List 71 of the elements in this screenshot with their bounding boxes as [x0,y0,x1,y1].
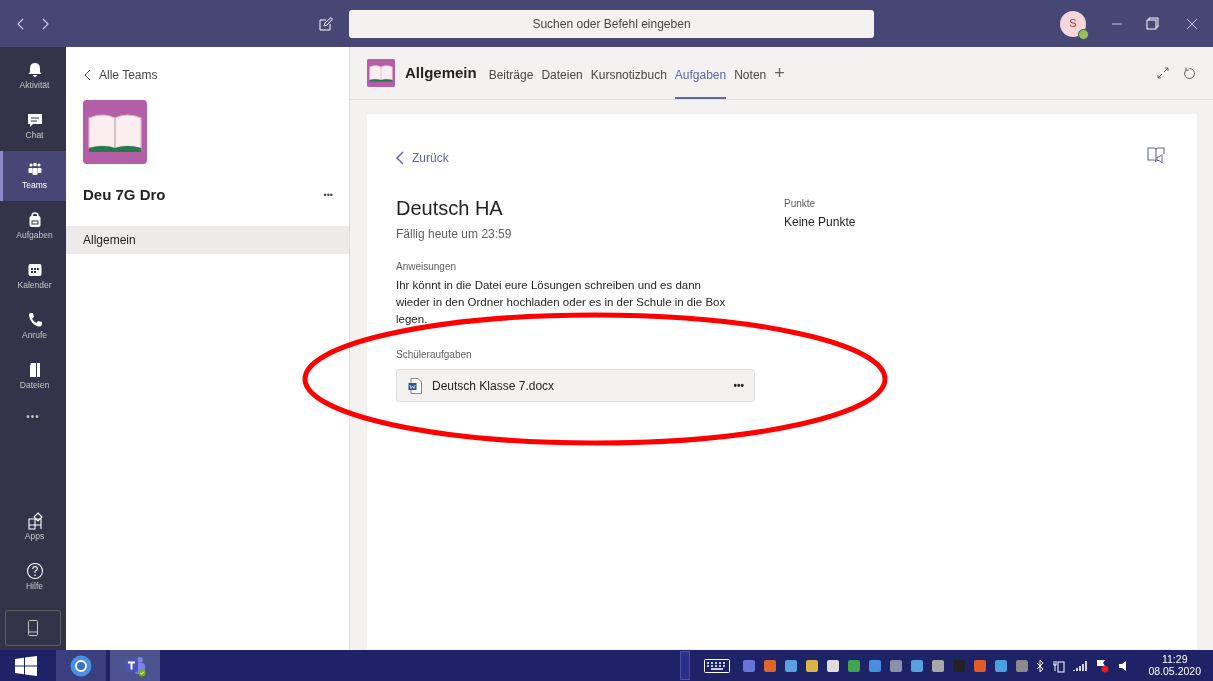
tray-app-icon[interactable] [784,658,799,673]
more-button[interactable]: ••• [26,409,40,424]
expand-icon[interactable] [1157,67,1169,79]
rail-item[interactable]: Aufgaben [0,201,66,251]
rail-item[interactable]: Apps [0,502,66,552]
tab[interactable]: Beiträge [488,52,534,99]
clock-time: 11:29 [1161,653,1188,666]
instructions-text: Ihr könnt in die Datei eure Lösungen schreiben und es dann wieder in den Ordner hochladen oder es in der Schule in die Box legen. [396,278,727,327]
section-label: Anweisungen [396,260,458,274]
book-icon [367,59,395,87]
teams-app-icon [123,654,147,677]
avatar[interactable]: S [1060,10,1086,37]
rail-item[interactable]: Hilfe [0,552,66,602]
scrollbar-handle-icon[interactable] [680,651,691,680]
search-field[interactable]: Suchen oder Befehl eingeben [349,9,874,38]
browser-icon [70,654,92,677]
taskbar-app-button[interactable] [56,650,106,681]
restore-icon[interactable] [1146,17,1159,30]
channel-item[interactable]: Allgemein [66,225,349,254]
back-link[interactable]: Alle Teams [84,66,158,84]
points-label: Punkte [784,197,817,211]
file-attachment[interactable]: Deutsch Klasse 7.docx ••• [396,369,755,402]
refresh-icon[interactable] [1183,66,1196,80]
rail-item[interactable]: Aktivität [0,51,66,101]
tab[interactable]: Noten [734,52,767,99]
chevron-left-icon [396,151,404,165]
tray-app-icon[interactable] [889,658,904,673]
channel-name: Allgemein [405,62,477,83]
tray-app-icon[interactable] [847,658,862,673]
windows-logo-icon [15,655,37,676]
section-label: Schüleraufgaben [396,348,473,362]
keyboard-icon[interactable] [704,658,731,673]
chevron-left-icon [84,69,91,81]
rail-item[interactable]: Anrufe [0,301,66,351]
rail-item[interactable]: Teams [0,151,66,201]
bluetooth-icon[interactable] [1036,658,1045,673]
forward-icon[interactable] [40,17,50,30]
compose-icon[interactable] [319,16,333,31]
phone-device-icon [28,620,38,636]
apps-icon [25,511,44,530]
tray-app-icon[interactable] [910,658,925,673]
more-button[interactable]: ••• [323,188,333,202]
signal-icon[interactable] [1073,659,1088,672]
flag-icon[interactable] [1095,658,1110,673]
back-icon[interactable] [16,17,26,30]
rail-item[interactable]: Dateien [0,351,66,401]
rail-item[interactable]: Kalender [0,251,66,301]
close-icon[interactable] [1186,17,1198,30]
due-date: Fällig heute um 23:59 [396,226,513,243]
tab[interactable]: Kursnotizbuch [590,52,667,99]
tray-app-icon[interactable] [994,658,1009,673]
back-link[interactable]: Zurück [396,149,449,167]
help-icon [25,561,44,580]
tray-app-icon[interactable] [868,658,883,673]
points-value: Keine Punkte [784,214,856,231]
book-icon [83,100,147,164]
immersive-reader-icon[interactable] [1146,145,1166,165]
rail-item[interactable]: Chat [0,101,66,151]
clock-date: 08.05.2020 [1148,665,1201,678]
tab[interactable]: Aufgaben [674,52,727,99]
assignment-title: Deutsch HA [396,196,504,220]
add-tab-button[interactable]: + [774,64,785,82]
more-button[interactable]: ••• [733,378,744,393]
tray-app-icon[interactable] [931,658,946,673]
file-name: Deutsch Klasse 7.docx [432,377,555,395]
word-document-icon [408,377,422,394]
tray-app-icon[interactable] [805,658,820,673]
device-button[interactable] [5,610,61,646]
tab[interactable]: Dateien [541,52,583,99]
team-name: Deu 7G Dro [83,185,166,205]
tray-app-icon[interactable] [826,658,841,673]
